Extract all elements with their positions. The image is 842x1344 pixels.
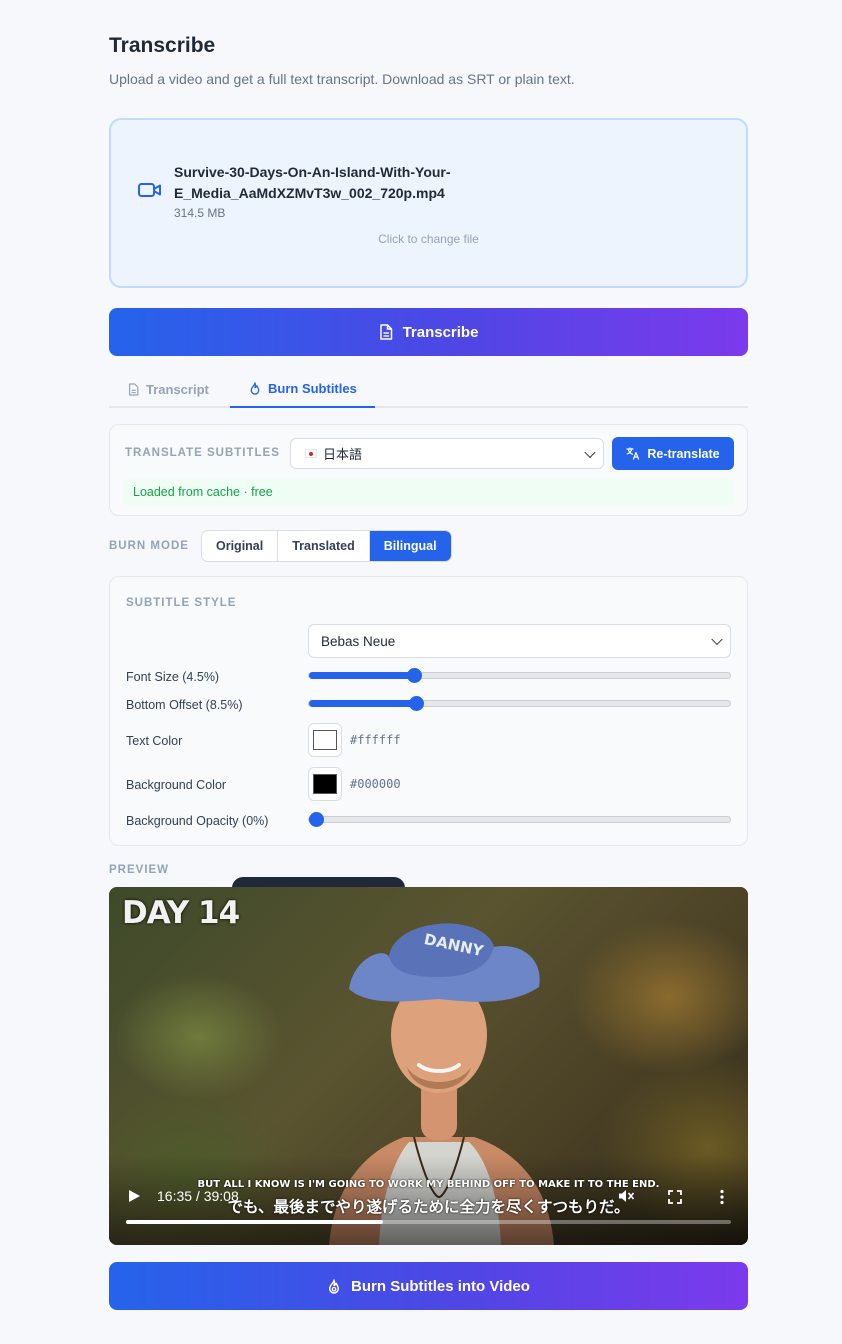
bg-color-swatch[interactable] (308, 767, 342, 801)
fullscreen-icon[interactable] (668, 1190, 682, 1204)
video-time: 16:35 / 39:08 (157, 1188, 239, 1204)
language-select[interactable]: 日本語 (290, 438, 604, 469)
document-icon (128, 382, 139, 396)
font-select[interactable]: Bebas Neue (308, 624, 731, 658)
tab-bar: Transcript Burn Subtitles (109, 370, 748, 408)
chevron-down-icon (584, 446, 596, 458)
subtitle-style-panel: Subtitle Style Bebas Neue Font Size (4.5… (109, 576, 748, 846)
tab-transcript-label: Transcript (146, 381, 209, 397)
slider-thumb[interactable] (309, 812, 324, 827)
burn-mode-original[interactable]: Original (202, 531, 279, 561)
video-progress-bar[interactable] (126, 1220, 731, 1224)
video-progress-fill (126, 1220, 383, 1224)
burn-mode-toggle: Original Translated Bilingual (201, 530, 452, 562)
flame-icon (250, 381, 260, 395)
bottom-offset-label: Bottom Offset (8.5%) (126, 698, 243, 712)
burn-subtitles-label: Burn Subtitles into Video (351, 1277, 530, 1295)
text-color-swatch[interactable] (308, 723, 342, 757)
japan-flag-icon (305, 449, 317, 458)
cache-status: Loaded from cache · free (123, 479, 734, 505)
font-size-slider[interactable] (308, 668, 731, 683)
bottom-offset-slider[interactable] (308, 696, 731, 711)
bg-opacity-label: Background Opacity (0%) (126, 814, 269, 828)
slider-thumb[interactable] (409, 696, 425, 711)
transcribe-label: Transcribe (402, 323, 479, 341)
page-subtitle: Upload a video and get a full text trans… (109, 71, 575, 87)
retranslate-button[interactable]: Re-translate (612, 437, 734, 470)
muted-icon[interactable] (617, 1188, 635, 1204)
more-options-icon[interactable] (719, 1189, 725, 1205)
text-color-label: Text Color (126, 734, 183, 748)
burn-mode-bilingual[interactable]: Bilingual (369, 531, 451, 561)
burn-subtitles-button[interactable]: Burn Subtitles into Video (109, 1262, 748, 1310)
transcribe-button[interactable]: Transcribe (109, 308, 748, 356)
day-overlay: DAY 14 (122, 895, 240, 931)
slider-fill (309, 672, 415, 679)
slider-thumb[interactable] (407, 668, 423, 683)
bg-color-hex: #000000 (350, 777, 401, 791)
translate-panel: Translate Subtitles 日本語 Re-translate Loa… (109, 424, 748, 516)
burn-mode-label: Burn Mode (109, 540, 189, 552)
bg-color-label: Background Color (126, 778, 227, 792)
tab-transcript[interactable]: Transcript (128, 370, 209, 408)
chevron-down-icon (711, 633, 723, 646)
font-size-label: Font Size (4.5%) (126, 670, 220, 684)
flame-icon (329, 1278, 340, 1294)
play-icon[interactable] (129, 1190, 140, 1202)
tab-burn-subtitles-label: Burn Subtitles (268, 380, 357, 396)
file-upload-dropzone[interactable]: Survive-30-Days-On-An-Island-With-Your- … (109, 118, 748, 288)
preview-label: Preview (109, 864, 170, 876)
translate-label: Translate Subtitles (125, 447, 280, 459)
burn-mode-translated[interactable]: Translated (278, 531, 370, 561)
bg-color-preview (313, 774, 337, 794)
document-icon (379, 324, 392, 340)
translate-icon (626, 447, 640, 460)
retranslate-label: Re-translate (647, 446, 720, 461)
font-select-value: Bebas Neue (321, 633, 396, 649)
file-name: Survive-30-Days-On-An-Island-With-Your- … (174, 164, 451, 201)
text-color-preview (313, 730, 337, 750)
subtitle-style-label: Subtitle Style (126, 597, 237, 609)
tab-burn-subtitles[interactable]: Burn Subtitles (230, 370, 375, 408)
bg-opacity-slider[interactable] (308, 812, 731, 827)
video-preview[interactable]: DANNY DAY 14 BUT ALL I KNOW IS I'M GOING… (109, 887, 748, 1245)
video-icon (138, 183, 161, 197)
language-select-value: 日本語 (323, 447, 363, 462)
slider-fill (309, 700, 417, 707)
page-title: Transcribe (109, 34, 216, 57)
change-file-hint: Click to change file (378, 232, 479, 246)
file-size: 314.5 MB (174, 206, 226, 220)
text-color-hex: #ffffff (350, 733, 401, 747)
